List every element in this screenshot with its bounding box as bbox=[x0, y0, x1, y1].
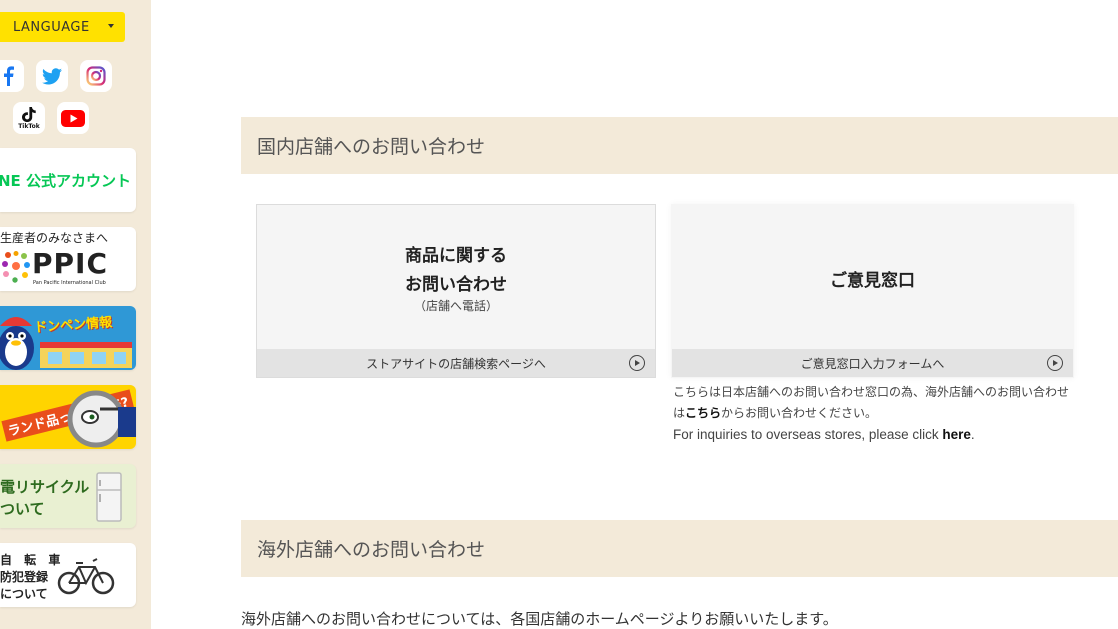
recycle-line2: ついて bbox=[0, 500, 45, 518]
opinion-desk-card[interactable]: ご意見窓口 ご意見窓口入力フォームへ bbox=[671, 204, 1074, 378]
instagram-icon[interactable] bbox=[80, 60, 112, 92]
store-search-link-label: ストアサイトの店舗検索ページへ bbox=[366, 356, 546, 371]
appliance-recycle-banner[interactable]: 電リサイクル ついて bbox=[0, 464, 136, 528]
language-selector[interactable]: LANGUAGE bbox=[0, 12, 125, 42]
donpen-banner[interactable]: ドンペン情報 bbox=[0, 306, 136, 370]
ppic-logo-icon bbox=[2, 251, 30, 283]
line-banner-text: NE 公式アカウント bbox=[0, 171, 132, 190]
ppic-tagline: Pan Pacific International Club bbox=[33, 280, 106, 286]
recycle-line1: 電リサイクル bbox=[0, 478, 90, 496]
overseas-section-heading: 海外店舗へのお問い合わせ bbox=[241, 520, 1118, 577]
ppic-banner[interactable]: 生産者のみなさまへ PPIC Pan Pacific International… bbox=[0, 227, 136, 291]
facebook-icon[interactable] bbox=[0, 60, 24, 92]
domestic-section-heading: 国内店舗へのお問い合わせ bbox=[241, 117, 1118, 174]
notice-jp-text-2: からお問い合わせください。 bbox=[721, 406, 878, 420]
circle-arrow-right-icon bbox=[629, 355, 645, 371]
tiktok-label: TikTok bbox=[18, 122, 40, 130]
product-inquiry-card[interactable]: 商品に関する お問い合わせ （店舗へ電話） ストアサイトの店舗検索ページへ bbox=[256, 204, 656, 378]
twitter-icon[interactable] bbox=[36, 60, 68, 92]
magnifier-mascot-icon bbox=[67, 390, 136, 448]
brand-goods-banner[interactable]: ランド品って大丈夫? bbox=[0, 385, 136, 449]
store-illustration-icon bbox=[40, 342, 132, 368]
bike-line1: 自 転 車 bbox=[0, 553, 65, 567]
notice-en-text-1: For inquiries to overseas stores, please… bbox=[673, 427, 943, 442]
card2-title: ご意見窓口 bbox=[830, 271, 915, 291]
bicycle-registration-banner[interactable]: 自 転 車 防犯登録 について bbox=[0, 543, 136, 607]
overseas-link-en[interactable]: here bbox=[942, 427, 971, 442]
notice-en-text-2: . bbox=[970, 427, 975, 442]
donpen-mascot-icon bbox=[0, 317, 34, 370]
youtube-icon[interactable] bbox=[57, 102, 89, 134]
line-official-banner[interactable]: NE 公式アカウント bbox=[0, 148, 136, 212]
caret-down-icon bbox=[108, 24, 114, 28]
donpen-title: ドンペン情報 bbox=[33, 315, 113, 336]
bike-line2: 防犯登録 bbox=[0, 570, 49, 584]
bicycle-icon bbox=[57, 558, 115, 595]
opinion-form-link[interactable]: ご意見窓口入力フォームへ bbox=[672, 349, 1073, 377]
card1-note: （店舗へ電話） bbox=[413, 299, 498, 313]
opinion-form-link-label: ご意見窓口入力フォームへ bbox=[800, 356, 945, 371]
overseas-link-jp[interactable]: こちら bbox=[685, 406, 721, 420]
circle-arrow-right-icon bbox=[1047, 355, 1063, 371]
ppic-sub-text: 生産者のみなさまへ bbox=[0, 231, 109, 245]
card1-title-line1: 商品に関する bbox=[405, 246, 507, 266]
tiktok-icon[interactable]: TikTok bbox=[13, 102, 45, 134]
overseas-description: 海外店舗へのお問い合わせについては、各国店舗のホームページよりお願いいたします。 bbox=[241, 610, 838, 628]
ppic-title: PPIC bbox=[32, 247, 109, 280]
overseas-notice: こちらは日本店舗へのお問い合わせ窓口の為、海外店舗へのお問い合わせはこちらからお… bbox=[673, 382, 1073, 446]
card1-title-line2: お問い合わせ bbox=[405, 275, 507, 295]
language-label: LANGUAGE bbox=[13, 19, 90, 35]
refrigerator-icon bbox=[96, 472, 122, 522]
bike-line3: について bbox=[0, 587, 48, 601]
sidebar: LANGUAGE TikTok NE 公式アカウント 生産者のみなさまへ PPI… bbox=[0, 0, 151, 629]
store-search-link[interactable]: ストアサイトの店舗検索ページへ bbox=[257, 349, 655, 377]
